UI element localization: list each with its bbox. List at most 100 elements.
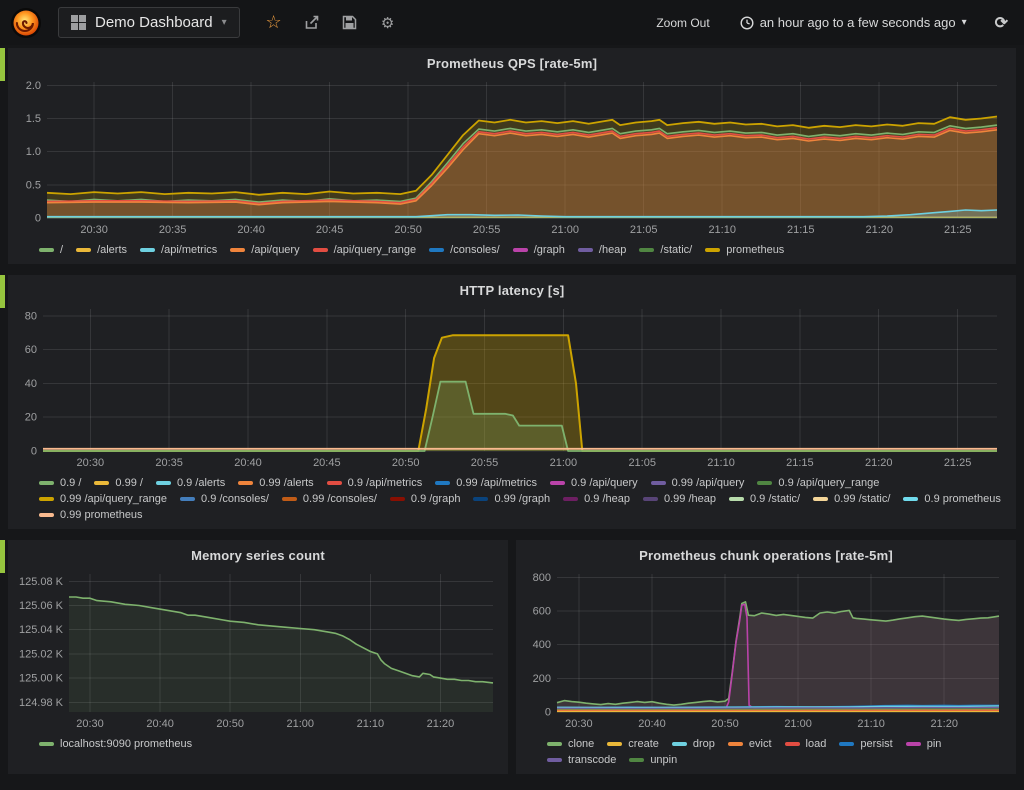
svg-text:21:20: 21:20 (930, 718, 958, 730)
legend-item-0-9-api-query[interactable]: 0.9 /api/query (550, 477, 638, 489)
legend-label: 0.99 /alerts (259, 477, 313, 489)
svg-text:2.0: 2.0 (26, 80, 41, 92)
panel-title[interactable]: HTTP latency [s] (13, 279, 1011, 301)
legend-item-alerts[interactable]: /alerts (76, 244, 127, 256)
svg-text:20:30: 20:30 (80, 224, 108, 236)
legend-item-consoles[interactable]: /consoles/ (429, 244, 500, 256)
legend-item-static[interactable]: /static/ (639, 244, 692, 256)
legend-item-transcode[interactable]: transcode (547, 754, 616, 766)
svg-text:600: 600 (533, 606, 551, 618)
gear-icon[interactable]: ⚙ (374, 9, 402, 37)
legend-label: /graph (534, 244, 565, 256)
legend-color-marker (238, 481, 253, 485)
svg-text:20:30: 20:30 (76, 718, 104, 730)
legend-color-marker (473, 497, 488, 501)
legend-item-evict[interactable]: evict (728, 738, 772, 750)
legend-item-load[interactable]: load (785, 738, 827, 750)
legend-item-0-99-graph[interactable]: 0.99 /graph (473, 493, 550, 505)
legend-label: 0.9 /api/query_range (778, 477, 879, 489)
legend-item-0-9-prometheus[interactable]: 0.9 prometheus (903, 493, 1000, 505)
share-icon[interactable] (298, 9, 326, 37)
legend-color-marker (643, 497, 658, 501)
panel-title[interactable]: Memory series count (13, 544, 503, 566)
legend-item-api-query-range[interactable]: /api/query_range (313, 244, 417, 256)
latency-chart[interactable]: 20:3020:3520:4020:4520:5020:5521:0021:05… (13, 301, 1011, 473)
legend-color-marker (180, 497, 195, 501)
legend-label: 0.9 /api/metrics (348, 477, 423, 489)
legend-item-0-9-consoles[interactable]: 0.9 /consoles/ (180, 493, 269, 505)
legend-item-unpin[interactable]: unpin (629, 754, 677, 766)
dashboard-picker[interactable]: Demo Dashboard ▾ (58, 7, 240, 38)
legend-color-marker (39, 742, 54, 746)
svg-text:0: 0 (31, 446, 37, 458)
panel-title[interactable]: Prometheus QPS [rate-5m] (13, 52, 1011, 74)
svg-text:21:15: 21:15 (787, 224, 815, 236)
dashboard-row-3: Memory series count 20:3020:4020:5021:00… (8, 540, 1016, 774)
svg-text:21:15: 21:15 (786, 457, 814, 469)
legend-color-marker (607, 742, 622, 746)
legend-item-0-99-alerts[interactable]: 0.99 /alerts (238, 477, 313, 489)
legend-item-localhost-9090-prometheus[interactable]: localhost:9090 prometheus (39, 738, 192, 750)
svg-text:20:45: 20:45 (316, 224, 344, 236)
refresh-icon[interactable]: ⟳ (993, 13, 1014, 33)
svg-text:40: 40 (25, 378, 37, 390)
legend-item-0-9-graph[interactable]: 0.9 /graph (390, 493, 461, 505)
legend-item-0-99-api-query[interactable]: 0.99 /api/query (651, 477, 745, 489)
legend-item-0-9-alerts[interactable]: 0.9 /alerts (156, 477, 225, 489)
legend-color-marker (903, 497, 918, 501)
legend-item-api-query[interactable]: /api/query (230, 244, 299, 256)
star-icon[interactable]: ☆ (260, 9, 288, 37)
chevron-down-icon: ▾ (222, 17, 227, 28)
legend-item-pin[interactable]: pin (906, 738, 942, 750)
legend-item-0-99-consoles[interactable]: 0.99 /consoles/ (282, 493, 377, 505)
chunk-ops-chart[interactable]: 20:3020:4020:5021:0021:1021:200200400600… (521, 566, 1011, 734)
legend-color-marker (156, 481, 171, 485)
time-range-picker[interactable]: an hour ago to a few seconds ago ▾ (730, 15, 977, 30)
chunk-ops-legend: clone create drop evict load persist pin transc… (521, 734, 1011, 772)
legend-label: 0.9 /heap (584, 493, 630, 505)
qps-chart[interactable]: 20:3020:3520:4020:4520:5020:5521:0021:05… (13, 74, 1011, 240)
legend-item-0-9-api-metrics[interactable]: 0.9 /api/metrics (327, 477, 423, 489)
legend-color-marker (672, 742, 687, 746)
legend-label: clone (568, 738, 594, 750)
legend-label: 0.9 /static/ (750, 493, 800, 505)
legend-label: / (60, 244, 63, 256)
legend-item-create[interactable]: create (607, 738, 659, 750)
legend-item-0-9-heap[interactable]: 0.9 /heap (563, 493, 630, 505)
legend-label: 0.99 /api/metrics (456, 477, 537, 489)
legend-item-0-99-static[interactable]: 0.99 /static/ (813, 493, 890, 505)
row-collapse-handle[interactable] (0, 48, 5, 81)
legend-item-0-9-api-query-range[interactable]: 0.9 /api/query_range (757, 477, 879, 489)
legend-item-persist[interactable]: persist (839, 738, 892, 750)
legend-item-prometheus[interactable]: prometheus (705, 244, 784, 256)
legend-item-heap[interactable]: /heap (578, 244, 627, 256)
legend-label: localhost:9090 prometheus (60, 738, 192, 750)
row-collapse-handle[interactable] (0, 275, 5, 308)
save-icon[interactable] (336, 9, 364, 37)
svg-text:21:00: 21:00 (550, 457, 578, 469)
row-collapse-handle[interactable] (0, 540, 5, 573)
legend-item-0-99-heap[interactable]: 0.99 /heap (643, 493, 716, 505)
legend-item-drop[interactable]: drop (672, 738, 715, 750)
zoom-out-button[interactable]: Zoom Out (642, 16, 723, 30)
legend-item-0-99-prometheus[interactable]: 0.99 prometheus (39, 509, 143, 521)
svg-text:20:40: 20:40 (638, 718, 666, 730)
legend-item-0-99-api-metrics[interactable]: 0.99 /api/metrics (435, 477, 537, 489)
memory-chart[interactable]: 20:3020:4020:5021:0021:1021:20124.98 K12… (13, 566, 503, 734)
panel-title[interactable]: Prometheus chunk operations [rate-5m] (521, 544, 1011, 566)
legend-item-[interactable]: / (39, 244, 63, 256)
grafana-logo[interactable] (10, 7, 42, 39)
svg-text:20:30: 20:30 (565, 718, 593, 730)
legend-item-0-99-api-query-range[interactable]: 0.99 /api/query_range (39, 493, 167, 505)
legend-color-marker (39, 513, 54, 517)
legend-item-0-9-static[interactable]: 0.9 /static/ (729, 493, 800, 505)
legend-item-0-99[interactable]: 0.99 / (94, 477, 143, 489)
legend-color-marker (39, 481, 54, 485)
legend-item-0-9[interactable]: 0.9 / (39, 477, 81, 489)
latency-legend: 0.9 / 0.99 / 0.9 /alerts 0.99 /alerts 0.9 /a… (13, 473, 1011, 527)
legend-item-graph[interactable]: /graph (513, 244, 565, 256)
legend-item-api-metrics[interactable]: /api/metrics (140, 244, 217, 256)
legend-item-clone[interactable]: clone (547, 738, 594, 750)
clock-icon (740, 16, 754, 30)
time-range-label: an hour ago to a few seconds ago (760, 15, 956, 30)
